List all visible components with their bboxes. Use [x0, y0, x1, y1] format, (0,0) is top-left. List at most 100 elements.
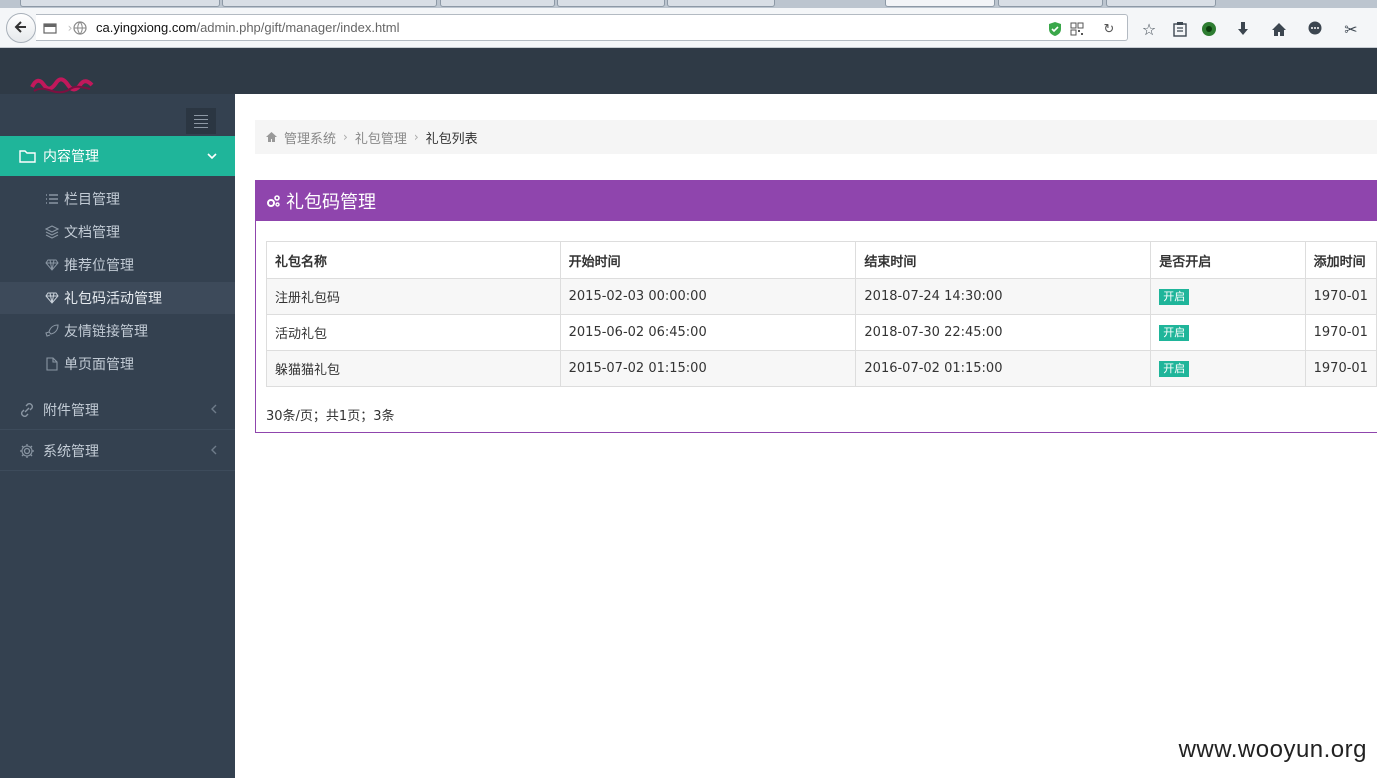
chevron-right-icon: › — [413, 130, 419, 144]
folder-icon — [18, 147, 36, 165]
rocket-icon — [44, 323, 60, 339]
chevron-left-icon — [210, 444, 217, 458]
back-button[interactable] — [6, 13, 36, 43]
extension-icon[interactable] — [1198, 18, 1220, 40]
sidebar-group-label: 附件管理 — [43, 402, 99, 419]
browser-tab[interactable] — [440, 0, 555, 7]
sidebar-item-columns[interactable]: 栏目管理 — [0, 183, 235, 215]
chevron-down-icon — [207, 149, 217, 163]
column-header-start: 开始时间 — [559, 241, 857, 279]
breadcrumb-current: 礼包列表 — [425, 131, 478, 147]
cell-end: 2016-07-02 01:15:00 — [855, 350, 1152, 387]
column-header-end: 结束时间 — [855, 241, 1152, 279]
link-icon — [18, 401, 36, 419]
browser-tab[interactable] — [1106, 0, 1216, 7]
cogs-icon — [266, 193, 282, 209]
shield-check-icon[interactable] — [1046, 20, 1064, 38]
browser-tab[interactable] — [222, 0, 437, 7]
sidebar-item-documents[interactable]: 文档管理 — [0, 216, 235, 248]
reload-icon[interactable]: ↻ — [1100, 20, 1118, 38]
cell-start: 2015-06-02 06:45:00 — [559, 314, 857, 351]
breadcrumb: 管理系统 › 礼包管理 › 礼包列表 — [255, 120, 1377, 154]
sidebar-item-label: 推荐位管理 — [64, 258, 134, 274]
qr-code-icon[interactable] — [1068, 20, 1086, 38]
browser-tab[interactable] — [667, 0, 775, 7]
layers-icon — [44, 224, 60, 240]
sidebar-item-single-pages[interactable]: 单页面管理 — [0, 348, 235, 380]
scissors-icon[interactable]: ✂ — [1340, 18, 1362, 40]
diamond-icon — [44, 257, 60, 273]
status-badge[interactable]: 开启 — [1159, 288, 1190, 305]
sidebar-item-label: 栏目管理 — [64, 192, 120, 208]
sidebar-item-links[interactable]: 友情链接管理 — [0, 315, 235, 347]
sidebar: 内容管理 栏目管理 文档管理 推荐位管理 礼包码活动管理 友情链接管理 单页面管… — [0, 94, 235, 778]
status-badge[interactable]: 开启 — [1159, 360, 1190, 377]
cell-name: 注册礼包码 — [266, 278, 561, 315]
file-icon — [44, 356, 60, 372]
sidebar-item-recommend[interactable]: 推荐位管理 — [0, 249, 235, 281]
cell-name: 活动礼包 — [266, 314, 561, 351]
column-header-added: 添加时间 — [1304, 241, 1377, 279]
logo[interactable] — [30, 73, 94, 95]
browser-tab-strip — [0, 0, 1377, 8]
app-header — [0, 48, 1377, 94]
arrow-left-icon — [14, 19, 28, 38]
bookmark-star-icon[interactable]: ☆ — [1138, 18, 1160, 40]
chevron-left-icon — [210, 403, 217, 417]
browser-tab[interactable] — [20, 0, 220, 7]
cell-status: 开启 — [1150, 350, 1306, 387]
sidebar-group-content[interactable]: 内容管理 — [0, 136, 235, 176]
url-bar[interactable]: › ca.yingxiong.com/admin.php/gift/manage… — [36, 14, 1128, 41]
url-path: /admin.php/gift/manager/index.html — [196, 20, 400, 35]
panel-title: 礼包码管理 — [286, 192, 376, 213]
breadcrumb-link-gifts[interactable]: 礼包管理 — [355, 128, 407, 147]
gift-table: 礼包名称 开始时间 结束时间 是否开启 添加时间 注册礼包码 2015-02-0… — [266, 241, 1377, 387]
browser-tab[interactable] — [557, 0, 665, 7]
column-header-name: 礼包名称 — [266, 241, 561, 279]
home-icon[interactable] — [1268, 18, 1290, 40]
cell-status: 开启 — [1150, 278, 1306, 315]
cell-end: 2018-07-24 14:30:00 — [855, 278, 1152, 315]
sidebar-group-label: 内容管理 — [43, 149, 99, 165]
cell-status: 开启 — [1150, 314, 1306, 351]
reading-list-icon[interactable] — [1169, 18, 1191, 40]
home-icon — [265, 130, 279, 144]
table-row[interactable]: 活动礼包 2015-06-02 06:45:00 2018-07-30 22:4… — [266, 314, 1377, 351]
chat-icon[interactable] — [1304, 18, 1326, 40]
globe-icon[interactable] — [72, 20, 88, 36]
diamond-icon — [44, 290, 60, 306]
browser-toolbar: › ca.yingxiong.com/admin.php/gift/manage… — [0, 8, 1377, 48]
table-row[interactable]: 注册礼包码 2015-02-03 00:00:00 2018-07-24 14:… — [266, 278, 1377, 315]
url-host: ca.yingxiong.com — [96, 20, 197, 35]
sidebar-item-label: 文档管理 — [64, 225, 120, 241]
breadcrumb-link-system[interactable]: 管理系统 — [284, 128, 336, 147]
sidebar-item-gift-codes[interactable]: 礼包码活动管理 — [0, 282, 235, 314]
sidebar-group-attachments[interactable]: 附件管理 — [0, 390, 235, 430]
identity-icon[interactable] — [42, 20, 58, 36]
sidebar-toggle-button[interactable] — [186, 108, 216, 134]
table-header-row: 礼包名称 开始时间 结束时间 是否开启 添加时间 — [266, 241, 1377, 279]
gift-code-panel: 礼包码管理 礼包名称 开始时间 结束时间 是否开启 添加时间 注册礼包码 201… — [255, 180, 1377, 433]
status-badge[interactable]: 开启 — [1159, 324, 1190, 341]
cell-added: 1970-01 — [1304, 350, 1377, 387]
table-row[interactable]: 躲猫猫礼包 2015-07-02 01:15:00 2016-07-02 01:… — [266, 350, 1377, 387]
gear-icon — [18, 442, 36, 460]
cell-name: 躲猫猫礼包 — [266, 350, 561, 387]
browser-tab-active[interactable] — [885, 0, 995, 7]
sidebar-item-label: 单页面管理 — [64, 357, 134, 373]
url-text[interactable]: ca.yingxiong.com/admin.php/gift/manager/… — [96, 20, 400, 35]
sidebar-item-label: 友情链接管理 — [64, 324, 148, 340]
list-icon — [44, 191, 60, 207]
panel-header: 礼包码管理 — [256, 181, 1377, 221]
cell-added: 1970-01 — [1304, 314, 1377, 351]
sidebar-item-label: 礼包码活动管理 — [64, 291, 162, 307]
sidebar-group-system[interactable]: 系统管理 — [0, 431, 235, 471]
cell-start: 2015-02-03 00:00:00 — [559, 278, 857, 315]
pagination-summary: 30条/页；共1页；3条 — [266, 409, 395, 424]
column-header-status: 是否开启 — [1150, 241, 1306, 279]
browser-tab[interactable] — [998, 0, 1103, 7]
watermark: www.wooyun.org — [1178, 736, 1367, 763]
download-icon[interactable] — [1232, 18, 1254, 40]
cell-start: 2015-07-02 01:15:00 — [559, 350, 857, 387]
cell-added: 1970-01 — [1304, 278, 1377, 315]
